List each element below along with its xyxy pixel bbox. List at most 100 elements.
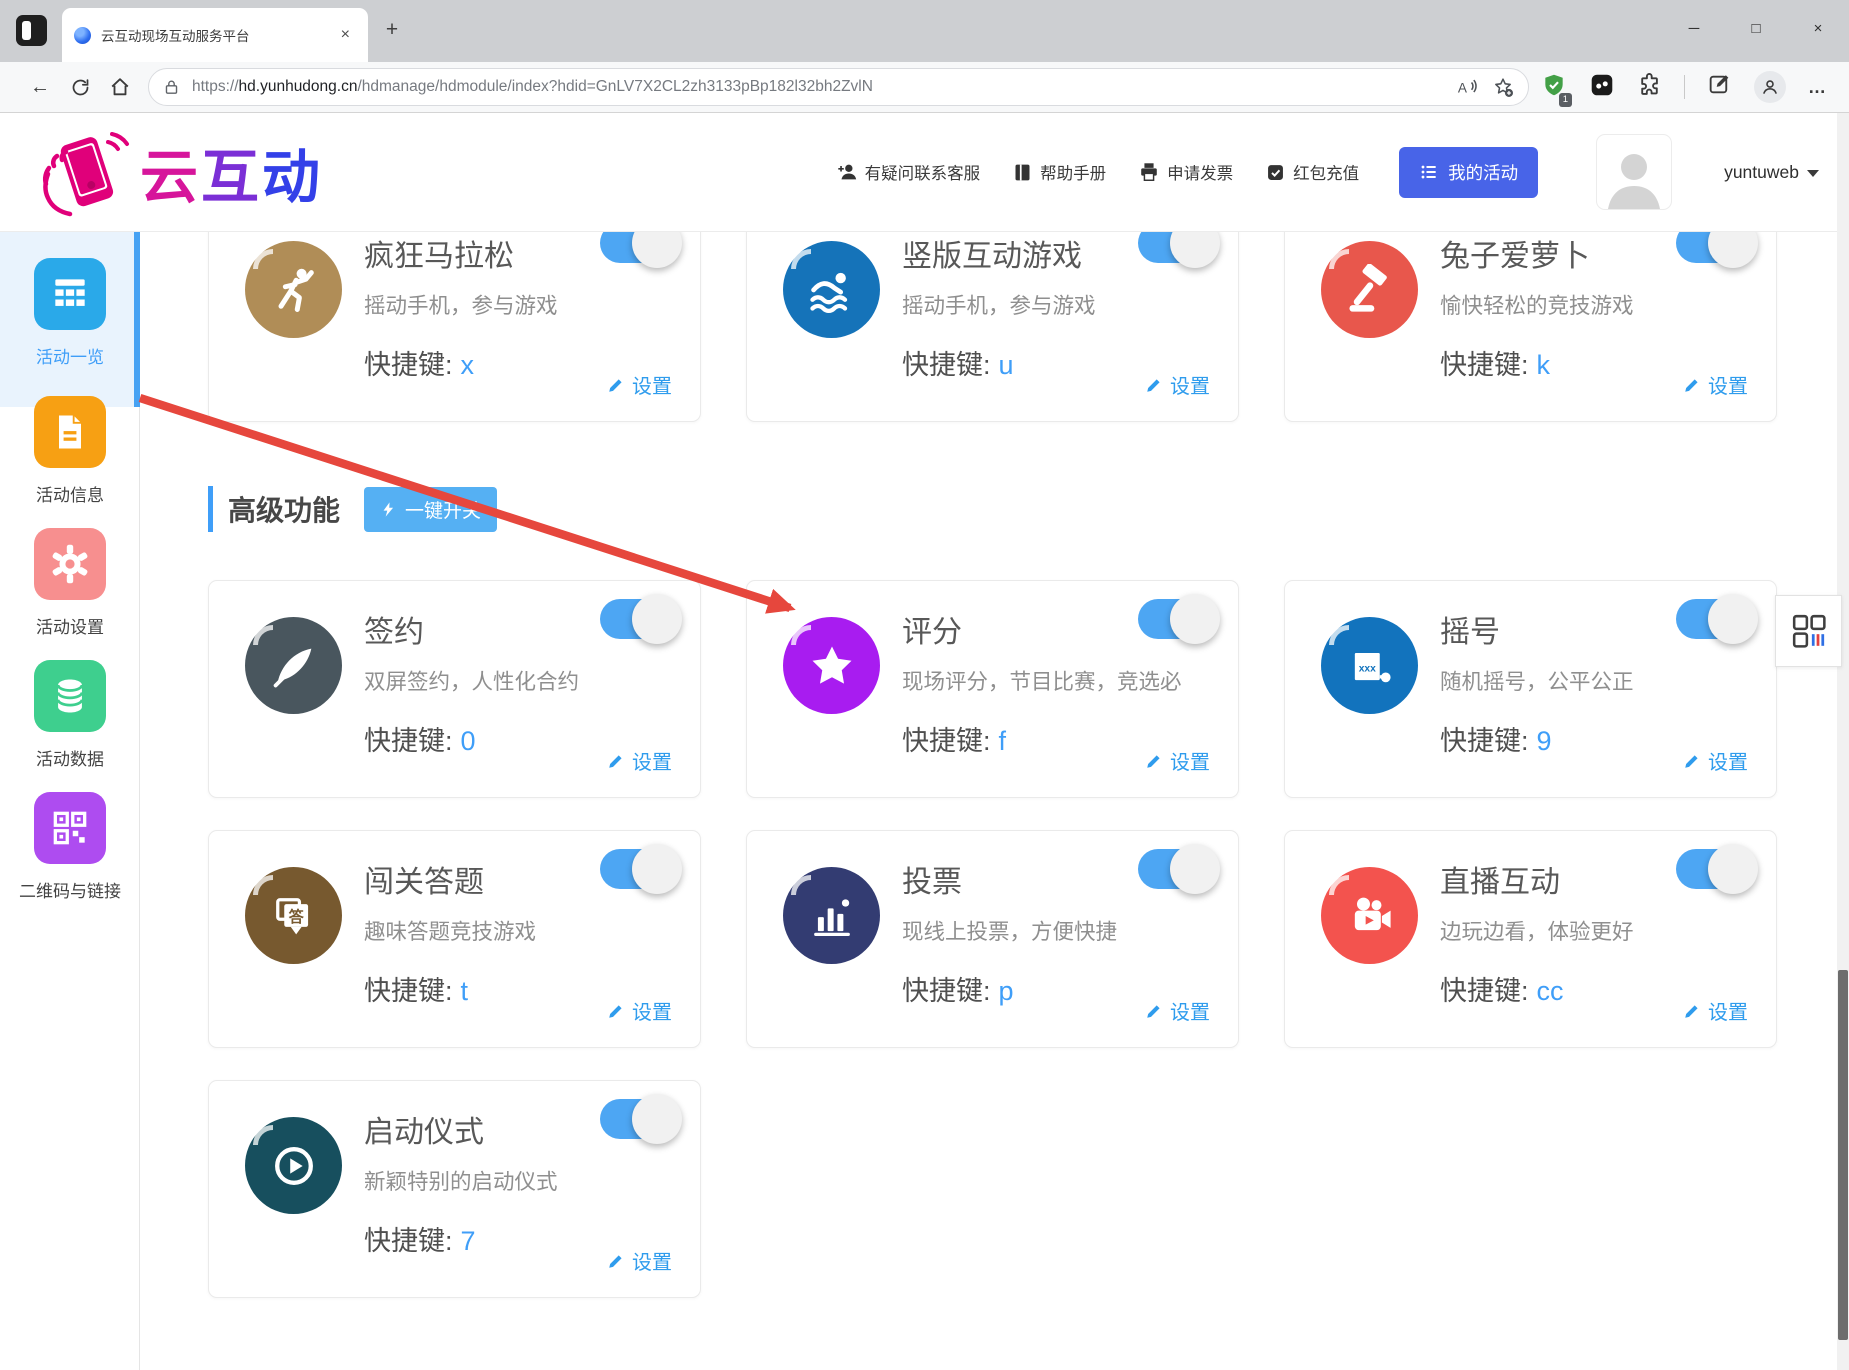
lightning-icon: [380, 501, 397, 518]
my-activities-button[interactable]: 我的活动: [1399, 147, 1538, 198]
tab-close-icon[interactable]: ×: [335, 24, 356, 46]
shield-check-icon: [1265, 162, 1286, 183]
extension-badge: 1: [1559, 93, 1572, 107]
toggle-switch[interactable]: [1676, 849, 1752, 889]
gear-icon: [48, 542, 92, 586]
bar-chart-icon: [806, 890, 858, 942]
username: yuntuweb: [1724, 162, 1799, 183]
toggle-switch[interactable]: [1676, 232, 1752, 263]
module-desc: 摇动手机，参与游戏: [902, 289, 1096, 320]
shortcut-value: cc: [1537, 976, 1564, 1006]
shortcut-label: 快捷键:: [364, 1226, 453, 1256]
database-icon: [48, 674, 92, 718]
floating-apps-widget[interactable]: [1775, 595, 1842, 667]
shortcut-value: 0: [461, 726, 476, 756]
new-tab-button[interactable]: +: [378, 18, 406, 42]
main-content: 疯狂马拉松 摇动手机，参与游戏 快捷键:x 设置 竖版互动游戏 摇动手机，参与游…: [140, 232, 1849, 1370]
toggle-switch[interactable]: [1138, 232, 1214, 263]
module-desc: 双屏签约，人性化合约: [364, 665, 579, 696]
refresh-icon[interactable]: [60, 69, 100, 105]
lottery-box-icon: xxx: [1344, 640, 1396, 692]
url-path: /hdmanage/hdmodule/index?hdid=GnLV7X2CL2…: [357, 78, 872, 95]
toggle-switch[interactable]: [600, 1099, 676, 1139]
module-desc: 现场评分，节目比赛，竞选必: [902, 665, 1182, 696]
settings-link[interactable]: 设置: [1683, 746, 1748, 775]
username-dropdown[interactable]: yuntuweb: [1724, 162, 1819, 183]
shortcut-label: 快捷键:: [902, 976, 991, 1006]
sidebar-item-qrcode-links[interactable]: 二维码与链接: [0, 792, 140, 902]
shortcut-value: p: [999, 976, 1014, 1006]
toggle-switch[interactable]: [600, 849, 676, 889]
window-maximize-button[interactable]: □: [1725, 0, 1787, 56]
settings-link[interactable]: 设置: [1145, 746, 1210, 775]
scrollbar-thumb[interactable]: [1838, 970, 1848, 1340]
settings-link[interactable]: 设置: [607, 1246, 672, 1275]
toggle-switch[interactable]: [1138, 849, 1214, 889]
window-minimize-button[interactable]: ─: [1663, 0, 1725, 56]
swimmer-icon: [806, 264, 858, 316]
site-logo[interactable]: 云互动: [38, 126, 323, 218]
extensions-puzzle-icon[interactable]: [1637, 72, 1662, 102]
settings-link[interactable]: 设置: [1683, 996, 1748, 1025]
module-card-rating: 评分 现场评分，节目比赛，竞选必 快捷键:f 设置: [746, 580, 1239, 798]
address-bar[interactable]: https://hd.yunhudong.cn/hdmanage/hdmodul…: [148, 68, 1529, 106]
sidebar-item-activity-data[interactable]: 活动数据: [0, 660, 140, 770]
sidebar-item-activity-info[interactable]: 活动信息: [0, 396, 140, 506]
back-icon[interactable]: ←: [20, 69, 60, 105]
printer-icon: [1138, 161, 1160, 183]
page-scrollbar[interactable]: [1837, 113, 1849, 1370]
user-avatar[interactable]: [1596, 134, 1672, 210]
invoice-request-link[interactable]: 申请发票: [1138, 160, 1233, 184]
module-card-voting: 投票 现线上投票，方便快捷 快捷键:p 设置: [746, 830, 1239, 1048]
home-icon[interactable]: [100, 69, 140, 105]
adblock-extension-icon[interactable]: 1: [1541, 72, 1567, 103]
contact-support-link[interactable]: 有疑问联系客服: [836, 160, 981, 184]
phone-hand-logo-icon: [38, 126, 134, 218]
settings-link[interactable]: 设置: [607, 370, 672, 399]
dark-extension-icon[interactable]: [1589, 72, 1615, 103]
star-icon: [806, 640, 858, 692]
logo-text: 云互动: [140, 130, 323, 214]
section-accent-bar: [208, 486, 213, 532]
read-aloud-icon[interactable]: A: [1456, 77, 1478, 97]
shortcut-value: 9: [1537, 726, 1552, 756]
module-desc: 摇动手机，参与游戏: [364, 289, 558, 320]
settings-link[interactable]: 设置: [1683, 370, 1748, 399]
edit-collections-icon[interactable]: [1707, 72, 1732, 102]
toggle-switch[interactable]: [1138, 599, 1214, 639]
settings-link[interactable]: 设置: [1145, 370, 1210, 399]
pencil-icon: [607, 1252, 625, 1270]
url-scheme: https://: [192, 78, 239, 95]
shortcut-label: 快捷键:: [364, 350, 453, 380]
grid-icon: [48, 272, 92, 316]
profile-icon[interactable]: [1754, 71, 1786, 103]
settings-more-icon[interactable]: …: [1808, 77, 1827, 98]
gavel-icon: [1344, 264, 1396, 316]
shortcut-label: 快捷键:: [364, 976, 453, 1006]
redpacket-recharge-link[interactable]: 红包充值: [1265, 160, 1359, 184]
favorites-star-icon[interactable]: [1492, 76, 1514, 98]
person-plus-icon: [836, 161, 858, 183]
sidebar-item-activity-overview[interactable]: 活动一览: [0, 258, 140, 368]
workspaces-icon[interactable]: [16, 15, 47, 46]
toggle-switch[interactable]: [1676, 599, 1752, 639]
settings-link[interactable]: 设置: [1145, 996, 1210, 1025]
one-key-switch-button[interactable]: 一键开关: [364, 487, 497, 532]
help-manual-link[interactable]: 帮助手册: [1012, 160, 1106, 184]
module-title: 摇号: [1440, 607, 1500, 651]
module-title: 竖版互动游戏: [902, 232, 1082, 275]
toggle-switch[interactable]: [600, 232, 676, 263]
header-nav: 有疑问联系客服 帮助手册 申请发票 红包充值 我的活动 yun: [836, 134, 1849, 210]
pencil-icon: [1683, 1002, 1701, 1020]
settings-link[interactable]: 设置: [607, 996, 672, 1025]
settings-link[interactable]: 设置: [607, 746, 672, 775]
sidebar-item-activity-settings[interactable]: 活动设置: [0, 528, 140, 638]
toggle-switch[interactable]: [600, 599, 676, 639]
url-host: hd.yunhudong.cn: [239, 78, 358, 95]
runner-icon: [268, 264, 320, 316]
pencil-icon: [1683, 752, 1701, 770]
window-close-button[interactable]: ×: [1787, 0, 1849, 56]
shortcut-label: 快捷键:: [902, 350, 991, 380]
site-header: 云互动 有疑问联系客服 帮助手册 申请发票 红包充值 我的活动: [0, 113, 1849, 232]
browser-tab[interactable]: 云互动现场互动服务平台 ×: [62, 8, 368, 62]
